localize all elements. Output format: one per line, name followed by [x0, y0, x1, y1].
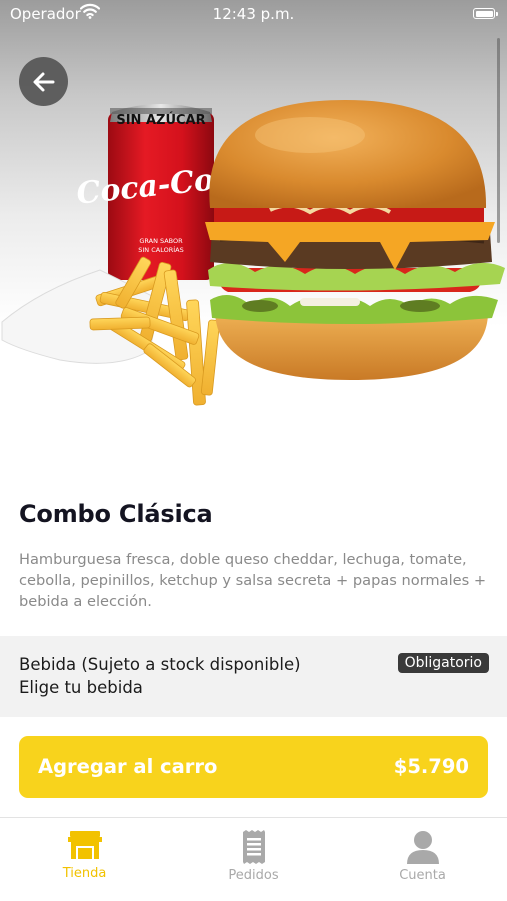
drink-option-section[interactable]: Bebida (Sujeto a stock disponible) Elige… [0, 636, 507, 717]
can-sin-azucar: SIN AZÚCAR [116, 112, 205, 128]
can-small-text-2: SIN CALORÍAS [138, 245, 183, 254]
user-icon [406, 830, 440, 868]
required-badge: Obligatorio [397, 653, 489, 673]
combo-image: SIN AZÚCAR Coca-Cola GRAN SABOR SIN CALO… [1, 100, 505, 406]
receipt-icon [241, 830, 267, 868]
battery-icon [473, 8, 498, 19]
product-description: Hamburguesa fresca, doble queso cheddar,… [19, 551, 487, 610]
add-to-cart-label: Agregar al carro [38, 755, 218, 778]
burger [205, 100, 505, 380]
product-title: Combo Clásica [19, 500, 213, 528]
add-to-cart-button[interactable]: Agregar al carro $5.790 [19, 736, 488, 798]
store-icon [67, 830, 103, 864]
back-button[interactable] [19, 57, 68, 106]
can-small-text-1: GRAN SABOR [139, 237, 183, 245]
price-label: $5.790 [393, 755, 469, 778]
tab-label-tienda: Tienda [62, 866, 107, 881]
tab-pedidos[interactable]: Pedidos [169, 818, 338, 901]
option-subtitle: Elige tu bebida [19, 678, 143, 697]
tab-label-pedidos: Pedidos [228, 868, 279, 883]
status-bar: Operador 12:43 p.m. [0, 0, 507, 28]
tab-cuenta[interactable]: Cuenta [338, 818, 507, 901]
product-hero: SIN AZÚCAR Coca-Cola GRAN SABOR SIN CALO… [0, 0, 507, 480]
tab-bar: Tienda Pedidos Cuenta [0, 817, 507, 901]
option-title: Bebida (Sujeto a stock disponible) [19, 655, 301, 674]
arrow-left-icon [33, 72, 54, 91]
tab-tienda[interactable]: Tienda [0, 818, 169, 901]
scroll-indicator[interactable] [497, 38, 500, 243]
clock: 12:43 p.m. [212, 5, 295, 23]
tab-label-cuenta: Cuenta [399, 868, 446, 883]
